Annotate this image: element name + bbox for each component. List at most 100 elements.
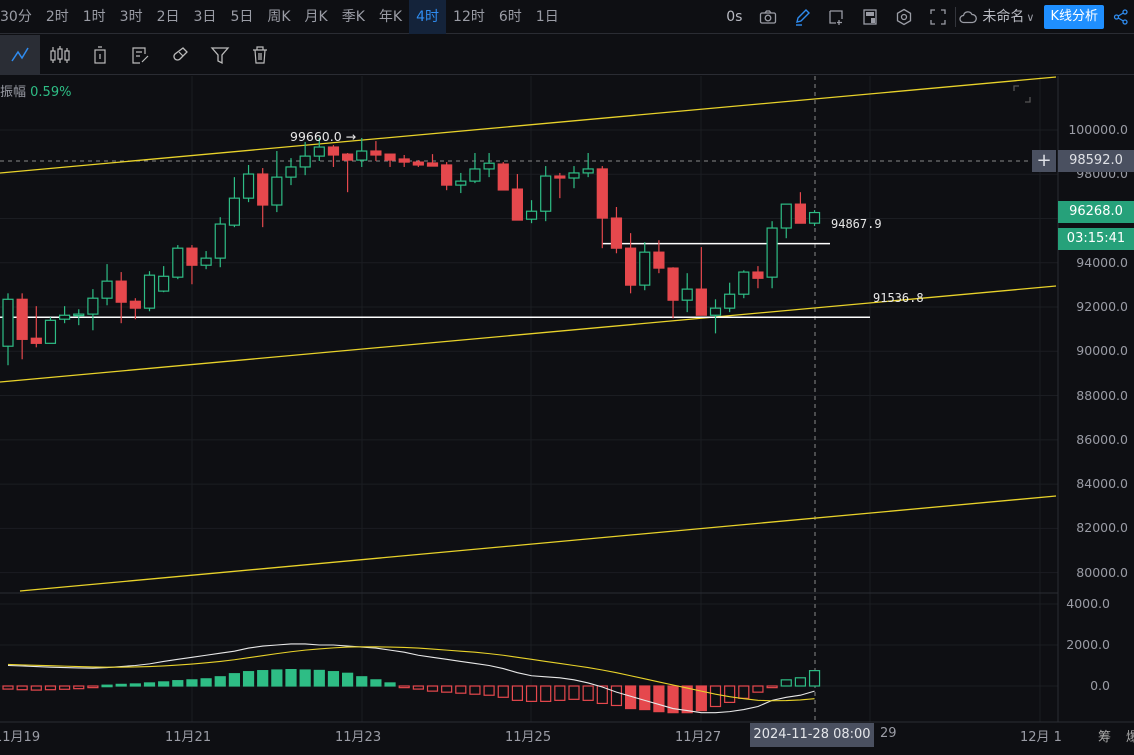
candle-up bbox=[101, 280, 113, 299]
last-price-tag: 96268.0 bbox=[1058, 201, 1134, 223]
add-window-icon[interactable] bbox=[819, 0, 853, 34]
time-axis-label: 11月23 bbox=[335, 730, 382, 745]
timeframe-tab[interactable]: 2时 bbox=[39, 0, 76, 34]
candle-style-icon[interactable] bbox=[40, 35, 80, 75]
k-line-analysis-button[interactable]: K线分析 bbox=[1044, 5, 1104, 29]
macd-histogram-bar bbox=[16, 685, 28, 691]
candle-down bbox=[554, 175, 566, 179]
timeframe-tab[interactable]: 4时 bbox=[409, 0, 447, 34]
timeframe-tab[interactable]: 3时 bbox=[113, 0, 150, 34]
price-axis-label: 84000.0 bbox=[1076, 476, 1128, 492]
macd-histogram-bar bbox=[695, 685, 707, 712]
candle-down bbox=[186, 247, 198, 266]
layout-name[interactable]: 未命名 bbox=[980, 0, 1026, 34]
candle-down bbox=[426, 162, 439, 167]
amplitude-label: 振幅 bbox=[0, 85, 27, 100]
settings-icon[interactable] bbox=[887, 0, 921, 34]
macd-axis-label: 2000.0 bbox=[1066, 637, 1110, 652]
candle-up bbox=[58, 314, 71, 320]
trash-icon[interactable] bbox=[240, 35, 280, 75]
liquidation-button[interactable]: 爆 bbox=[1126, 726, 1134, 745]
macd-histogram-bar bbox=[285, 668, 297, 687]
timeframe-tab[interactable]: 季K bbox=[335, 0, 372, 34]
macd-histogram-bar bbox=[455, 685, 467, 694]
fullscreen-icon[interactable] bbox=[921, 0, 955, 34]
timeframe-tab[interactable]: 周K bbox=[260, 0, 297, 34]
macd-histogram-bar bbox=[412, 685, 424, 690]
price-axis-label: 100000.0 bbox=[1068, 122, 1128, 137]
timeframe-tab[interactable]: 3日 bbox=[187, 0, 224, 34]
cloud-icon[interactable] bbox=[956, 0, 980, 34]
candle-down bbox=[752, 271, 764, 279]
timeframe-tab[interactable]: 6时 bbox=[492, 0, 529, 34]
time-axis-label: 29 bbox=[880, 726, 897, 741]
timeframe-tab[interactable]: 1日 bbox=[529, 0, 566, 34]
camera-icon[interactable] bbox=[751, 0, 785, 34]
macd-histogram-bar bbox=[681, 685, 693, 714]
candle-up bbox=[808, 211, 821, 224]
timeframe-tab[interactable]: 5日 bbox=[223, 0, 260, 34]
expand-icon[interactable] bbox=[1012, 84, 1032, 104]
macd-dea-line bbox=[7, 646, 815, 702]
trend-channel-upper bbox=[0, 76, 1057, 174]
timeframe-tab[interactable]: 1时 bbox=[76, 0, 113, 34]
timeframe-tab[interactable]: 月K bbox=[298, 0, 335, 34]
magnet-icon[interactable] bbox=[160, 35, 200, 75]
candle-down bbox=[370, 150, 382, 156]
timeframe-tab[interactable]: 年K bbox=[372, 0, 409, 34]
filter-icon[interactable] bbox=[200, 35, 240, 75]
copy-icon[interactable] bbox=[80, 35, 120, 75]
chip-distribution-button[interactable]: 筹 bbox=[1098, 726, 1111, 745]
timeframe-tab[interactable]: 2日 bbox=[150, 0, 187, 34]
candle-down bbox=[384, 153, 396, 161]
candle-down bbox=[653, 251, 665, 269]
timeframe-tab[interactable]: 30分 bbox=[0, 0, 39, 34]
draw-tool-icon[interactable] bbox=[0, 34, 40, 75]
macd-histogram-bar bbox=[808, 670, 821, 687]
drawing-toolbar bbox=[0, 34, 1134, 75]
macd-histogram-bar bbox=[58, 685, 71, 690]
share-icon[interactable] bbox=[1108, 0, 1134, 34]
candle-up bbox=[738, 271, 750, 295]
price-axis-label: 92000.0 bbox=[1076, 299, 1128, 315]
candle-up bbox=[44, 319, 57, 344]
macd-histogram-bar bbox=[73, 685, 85, 690]
macd-histogram-bar bbox=[342, 672, 354, 687]
candle-down bbox=[115, 280, 127, 303]
trend-channel-lower bbox=[19, 495, 1057, 592]
macd-histogram-bar bbox=[129, 683, 141, 687]
macd-histogram-bar bbox=[2, 685, 14, 690]
time-axis-label: 11月19 bbox=[0, 730, 41, 745]
macd-histogram-bar bbox=[257, 670, 269, 687]
candle-up bbox=[455, 180, 467, 186]
macd-histogram-bar bbox=[370, 679, 382, 687]
macd-histogram-bar bbox=[158, 681, 170, 687]
calculator-icon[interactable] bbox=[853, 0, 887, 34]
refresh-interval[interactable]: 0s bbox=[717, 0, 751, 34]
candle-down bbox=[441, 164, 453, 186]
macd-histogram-bar bbox=[639, 685, 651, 711]
macd-histogram-bar bbox=[709, 685, 722, 708]
macd-histogram-bar bbox=[752, 685, 764, 693]
macd-histogram-bar bbox=[356, 676, 368, 687]
candlestick-chart[interactable] bbox=[0, 0, 1134, 755]
macd-histogram-bar bbox=[101, 684, 113, 688]
candle-up bbox=[356, 150, 368, 161]
candle-up bbox=[214, 223, 226, 259]
notes-icon[interactable] bbox=[120, 35, 160, 75]
candle-up bbox=[313, 146, 325, 157]
candle-down bbox=[624, 247, 637, 286]
macd-histogram-bar bbox=[497, 685, 509, 698]
macd-histogram-bar bbox=[398, 685, 410, 689]
macd-histogram-bar bbox=[172, 680, 184, 687]
macd-histogram-bar bbox=[327, 671, 340, 687]
macd-histogram-bar bbox=[738, 685, 750, 699]
candle-up bbox=[525, 210, 538, 220]
chevron-down-icon[interactable]: ∨ bbox=[1026, 11, 1040, 24]
macd-axis-label: 0.0 bbox=[1090, 678, 1110, 693]
timeframe-tab[interactable]: 12时 bbox=[446, 0, 492, 34]
macd-histogram-bar bbox=[313, 669, 325, 687]
add-alert-plus-icon[interactable]: + bbox=[1032, 150, 1056, 172]
pencil-icon[interactable] bbox=[785, 0, 819, 34]
macd-histogram-bar bbox=[483, 685, 495, 696]
